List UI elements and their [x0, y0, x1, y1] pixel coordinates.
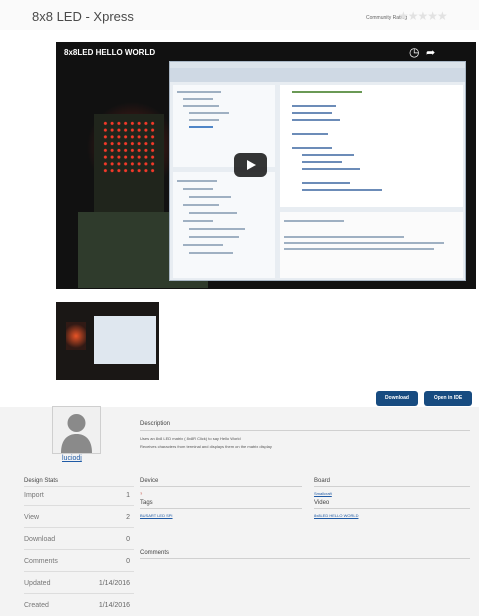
- led-matrix: [102, 120, 156, 174]
- stat-created-value: 1/14/2016: [98, 602, 130, 609]
- share-icon[interactable]: ➦: [426, 46, 435, 59]
- tree-line: [183, 244, 223, 246]
- code-line: [292, 133, 328, 135]
- board-divider: [314, 486, 470, 487]
- thumbnail-ide: [94, 316, 156, 364]
- device-value[interactable]: ?: [140, 491, 142, 496]
- stats-row-divider: [24, 549, 134, 550]
- page-header: 8x8 LED - Xpress Community Rating ★★★★★: [0, 0, 479, 30]
- code-line: [302, 168, 360, 170]
- tree-line: [177, 180, 217, 182]
- description-line-2: Receives characters from terminal and di…: [140, 444, 272, 449]
- stat-import-label: Import: [24, 492, 44, 499]
- rating-stars[interactable]: ★★★★★: [398, 9, 448, 23]
- video-link[interactable]: 8x8LED HELLO WORLD: [314, 513, 358, 518]
- video-title: 8x8LED HELLO WORLD: [64, 48, 156, 57]
- video-divider: [314, 508, 470, 509]
- page-title: 8x8 LED - Xpress: [32, 9, 134, 24]
- code-line: [292, 91, 362, 93]
- code-line: [292, 119, 340, 121]
- stat-created-label: Created: [24, 602, 49, 609]
- output-line: [284, 220, 344, 222]
- tags-heading: Tags: [140, 500, 153, 506]
- video-heading: Video: [314, 500, 330, 506]
- tree-line: [183, 220, 213, 222]
- code-line: [302, 182, 350, 184]
- open-in-ide-button[interactable]: Open in IDE: [424, 391, 472, 406]
- code-line: [292, 147, 332, 149]
- ide-dashboard-pane: [173, 172, 275, 278]
- tree-line: [189, 252, 233, 254]
- stats-row-divider: [24, 593, 134, 594]
- stat-view-value: 2: [126, 514, 130, 521]
- tree-line: [189, 228, 245, 230]
- tags-divider: [140, 508, 302, 509]
- ide-screenshot: [169, 61, 466, 281]
- tree-line: [183, 105, 219, 107]
- tree-line: [189, 119, 219, 121]
- user-silhouette-icon: [53, 407, 100, 453]
- ide-output-pane: [280, 212, 463, 278]
- tags-value[interactable]: BUSART LED SPI: [140, 513, 173, 518]
- code-line: [302, 189, 382, 191]
- device-heading: Device: [140, 478, 159, 484]
- video-thumbnail[interactable]: [56, 302, 159, 380]
- video-player[interactable]: 8x8LED HELLO WORLD ◷ ➦: [56, 42, 476, 289]
- tree-line: [189, 196, 231, 198]
- stats-row-divider: [24, 505, 134, 506]
- tree-line: [177, 91, 221, 93]
- stats-row-divider: [24, 527, 134, 528]
- stat-download-value: 0: [126, 536, 130, 543]
- play-icon[interactable]: [234, 153, 267, 177]
- tree-line: [183, 98, 213, 100]
- stat-comments-value: 0: [126, 558, 130, 565]
- description-heading: Description: [140, 421, 171, 427]
- stat-view-label: View: [24, 514, 40, 521]
- output-line: [284, 248, 434, 250]
- stat-import-value: 1: [126, 492, 130, 499]
- tree-line: [189, 126, 213, 128]
- stats-divider: [24, 486, 134, 487]
- stat-download-label: Download: [24, 536, 56, 543]
- tree-line: [189, 212, 237, 214]
- tree-line: [183, 204, 219, 206]
- code-line: [292, 112, 332, 114]
- output-line: [284, 242, 444, 244]
- tree-line: [183, 188, 213, 190]
- stat-updated-label: Updated: [24, 580, 51, 587]
- comments-heading: Comments: [140, 550, 170, 556]
- clock-icon[interactable]: ◷: [409, 45, 419, 59]
- device-divider: [140, 486, 302, 487]
- ide-code-editor: [280, 85, 463, 207]
- stat-updated-value: 1/14/2016: [98, 580, 130, 587]
- avatar[interactable]: [52, 406, 101, 454]
- tree-line: [189, 112, 229, 114]
- download-button[interactable]: Download: [376, 391, 418, 406]
- code-line: [302, 161, 342, 163]
- stat-comments-label: Comments: [24, 558, 58, 565]
- username-link[interactable]: luciodj: [62, 455, 82, 462]
- code-line: [302, 154, 354, 156]
- board-link[interactable]: Smallcraft: [314, 491, 332, 496]
- board-heading: Board: [314, 478, 331, 484]
- code-line: [292, 105, 336, 107]
- tree-line: [189, 236, 239, 238]
- output-line: [284, 236, 404, 238]
- ide-toolbar: [170, 68, 465, 82]
- design-stats-heading: Design Stats: [24, 478, 59, 484]
- description-line-1: Uses an 8x8 LED matrix ( 8x8R Click) to …: [140, 436, 241, 441]
- stats-row-divider: [24, 571, 134, 572]
- thumbnail-led-glow: [66, 322, 86, 350]
- description-divider: [140, 430, 470, 431]
- comments-divider: [140, 558, 470, 559]
